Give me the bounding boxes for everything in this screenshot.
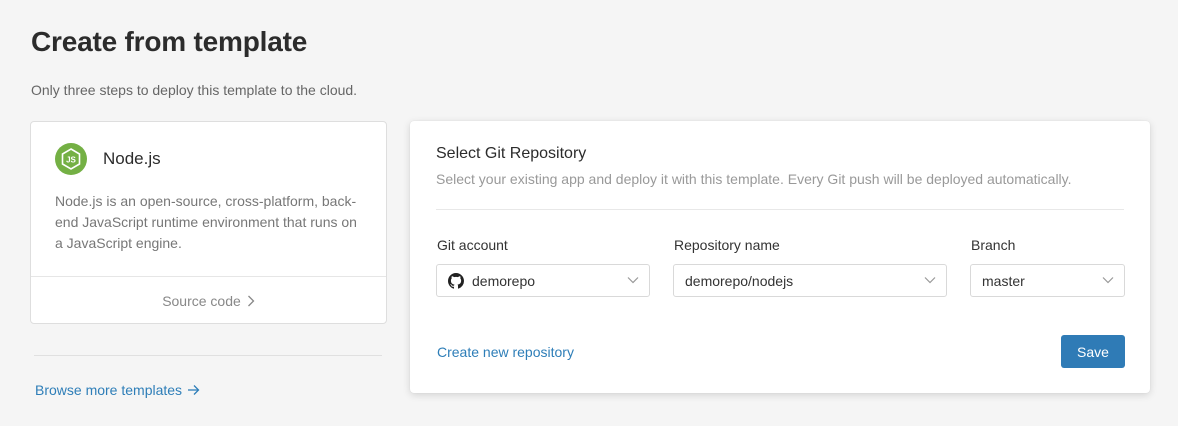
arrow-right-icon	[188, 385, 200, 395]
save-button[interactable]: Save	[1061, 335, 1125, 368]
nodejs-logo-icon: JS	[55, 143, 87, 175]
repository-name-label: Repository name	[674, 237, 780, 253]
repo-card-title: Select Git Repository	[436, 145, 587, 162]
template-description: Node.js is an open-source, cross-platfor…	[55, 193, 357, 251]
page-subtitle: Only three steps to deploy this template…	[31, 82, 358, 98]
branch-select[interactable]: master	[970, 264, 1125, 297]
github-icon	[448, 272, 464, 289]
repository-name-select[interactable]: demorepo/nodejs	[673, 264, 947, 297]
git-repository-card: Select Git Repository Select your existi…	[410, 121, 1150, 393]
chevron-down-icon	[627, 277, 639, 284]
page-title: Create from template	[31, 26, 308, 57]
chevron-down-icon	[924, 277, 936, 284]
git-account-value: demorepo	[472, 272, 536, 289]
nodejs-logo-text: JS	[66, 156, 76, 165]
source-code-label: Source code	[162, 292, 241, 309]
branch-label: Branch	[971, 237, 1016, 253]
branch-value: master	[982, 272, 1025, 289]
repo-card-description: Select your existing app and deploy it w…	[436, 171, 1072, 187]
template-card: JS Node.js Node.js is an open-source, cr…	[30, 121, 387, 324]
repository-name-value: demorepo/nodejs	[685, 272, 794, 289]
left-divider	[34, 355, 382, 356]
create-new-repository-link[interactable]: Create new repository	[437, 344, 574, 360]
template-header: JS Node.js	[55, 143, 161, 175]
template-name: Node.js	[103, 149, 161, 168]
browse-more-templates-link[interactable]: Browse more templates	[35, 382, 200, 398]
source-code-link[interactable]: Source code	[31, 277, 386, 324]
chevron-down-icon	[1102, 277, 1114, 284]
repo-card-divider	[436, 209, 1124, 210]
chevron-right-icon	[247, 295, 255, 306]
git-account-label: Git account	[437, 237, 508, 253]
browse-link-label: Browse more templates	[35, 382, 183, 398]
git-account-select[interactable]: demorepo	[436, 264, 650, 297]
